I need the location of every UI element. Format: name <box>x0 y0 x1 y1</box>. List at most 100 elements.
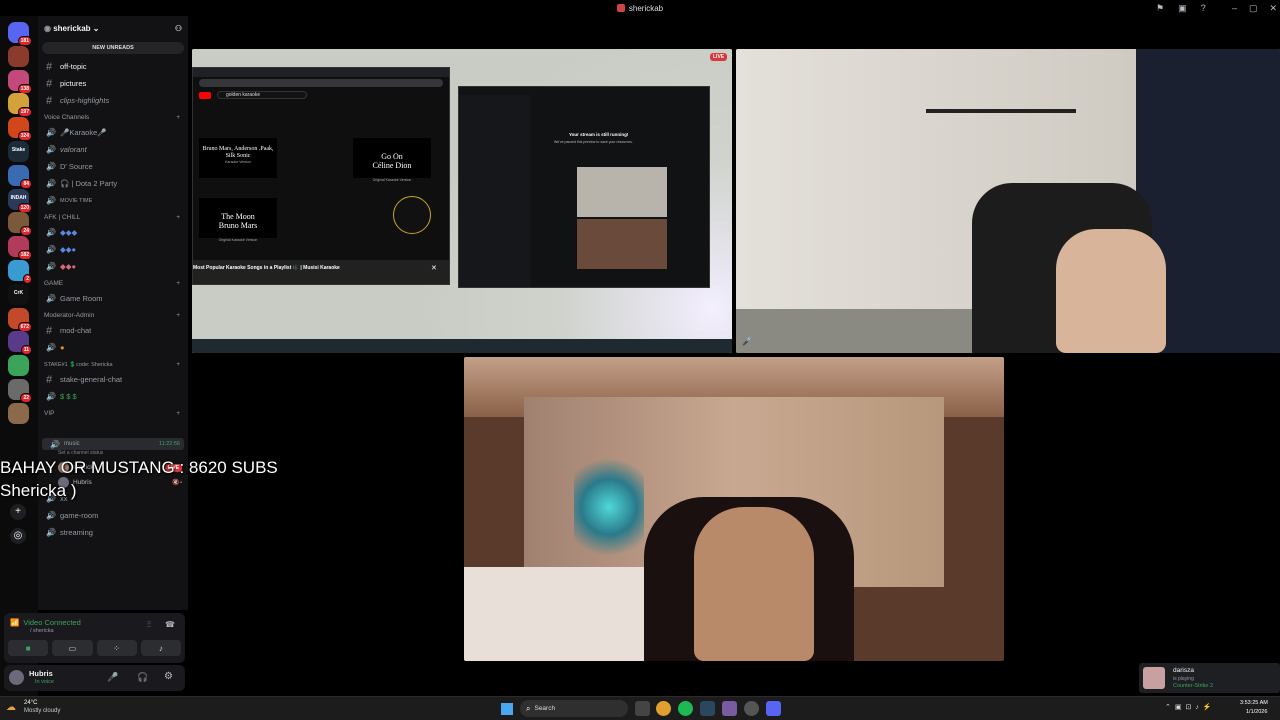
karaoke-card-1[interactable]: Bruno Mars, Anderson .Paak, Silk Sonic K… <box>199 138 277 178</box>
add-channel-icon[interactable]: + <box>176 114 180 121</box>
voice-afk-1[interactable]: 🔊 ◆◆◆ <box>38 224 188 241</box>
category-game[interactable]: GAME + <box>38 277 188 290</box>
add-channel-icon[interactable]: + <box>176 214 180 221</box>
app-icon-2[interactable] <box>744 701 759 716</box>
camera-tile-shericka[interactable] <box>464 357 1004 661</box>
help-icon[interactable]: ? <box>1201 3 1206 13</box>
close-button[interactable]: ✕ <box>1270 3 1278 14</box>
tray-icons[interactable]: ⌃▣⊡♪⚡ <box>1165 703 1216 711</box>
server-icon-server-stake[interactable]: Stake <box>8 141 29 162</box>
youtube-search-box[interactable]: golden karaoke <box>217 91 307 99</box>
voice-afk-2[interactable]: 🔊 ◆◆● <box>38 241 188 258</box>
mention-badge: 2 <box>23 274 32 284</box>
server-icon-home[interactable]: 181 <box>8 22 32 46</box>
username[interactable]: Hubris <box>29 669 53 678</box>
server-icon-server-crk[interactable]: CrK <box>8 283 29 305</box>
start-button[interactable] <box>501 703 513 715</box>
server-icon-server-4[interactable]: 197 <box>8 93 32 118</box>
discover-button[interactable]: ◎ <box>10 528 26 544</box>
new-unreads-pill[interactable]: NEW UNREADS <box>42 42 184 54</box>
voice-d-source[interactable]: 🔊 D' Source <box>38 158 188 175</box>
voice-music-current[interactable]: 🔊 music 11:22:56 <box>42 438 184 450</box>
task-view-icon[interactable] <box>635 701 650 716</box>
obs-icon[interactable] <box>722 701 737 716</box>
add-channel-icon[interactable]: + <box>176 280 180 287</box>
chrome-icon[interactable] <box>656 701 671 716</box>
steam-icon[interactable] <box>700 701 715 716</box>
screen-share-button[interactable]: ▭ <box>52 640 93 656</box>
server-icon-server-14[interactable]: 11 <box>8 331 32 356</box>
voice-afk-3[interactable]: 🔊 ◆◆● <box>38 258 188 275</box>
voice-stake[interactable]: 🔊 $ $ $ <box>38 388 188 405</box>
server-icon-server-13[interactable]: 672 <box>8 307 32 332</box>
soundboard-button[interactable]: ♪ <box>140 640 181 656</box>
activities-button[interactable]: ⁘ <box>96 640 137 656</box>
add-channel-icon[interactable]: + <box>176 361 180 368</box>
server-icon-server-16[interactable]: 22 <box>8 379 32 403</box>
server-icon-server-3[interactable]: 138 <box>8 69 32 94</box>
hash-icon: # <box>46 94 53 107</box>
weather-icon[interactable]: ☁ <box>6 702 16 713</box>
server-icon-server-10[interactable]: 182 <box>8 236 32 261</box>
clock-date[interactable]: 1/1/2026 <box>1246 709 1267 715</box>
address-bar[interactable] <box>199 79 443 87</box>
category-afk-chill[interactable]: AFK | CHILL + <box>38 211 188 224</box>
voice-game-room-2[interactable]: 🔊 game-room <box>38 507 188 524</box>
server-icon-server-17[interactable] <box>8 402 29 424</box>
add-channel-icon[interactable]: + <box>176 312 180 319</box>
category-vip[interactable]: VIP + <box>38 407 188 420</box>
settings-gear-icon[interactable]: ⚙ <box>164 671 173 682</box>
discord-preview-window[interactable]: Your stream is still running! We've paus… <box>458 86 710 288</box>
voice-game-room[interactable]: 🔊 Game Room <box>38 290 188 307</box>
server-icon-server-11[interactable]: 2 <box>8 260 32 284</box>
voice-movie-time[interactable]: 🔊 MOVIE TIME <box>38 192 188 209</box>
screen-share-tile[interactable]: golden karaoke Bruno Mars, Anderson .Paa… <box>192 49 732 353</box>
voice-karaoke[interactable]: 🔊 🎤Karaoke🎤 <box>38 124 188 141</box>
add-server-button[interactable]: + <box>10 504 26 520</box>
spotify-icon[interactable] <box>678 701 693 716</box>
add-user-icon[interactable]: ⚇ <box>175 24 182 33</box>
karaoke-card-2[interactable]: Go On Céline Dion Original Karaoke Versi… <box>353 138 431 182</box>
add-channel-icon[interactable]: + <box>176 410 180 417</box>
browser-window[interactable]: golden karaoke Bruno Mars, Anderson .Paa… <box>192 67 450 285</box>
voice-mod[interactable]: 🔊 ● <box>38 339 188 356</box>
server-icon-server-indah[interactable]: INDAH 120 <box>8 188 32 213</box>
mini-player-bar[interactable]: Most Popular Karaoke Songs in a Playlist… <box>193 260 449 284</box>
camera-button[interactable]: ■ <box>8 640 49 656</box>
karaoke-card-3[interactable]: The Moon Bruno Mars Original Karaoke Ver… <box>199 198 277 242</box>
pin-icon[interactable]: ⚑ <box>1156 3 1164 14</box>
voice-dota2-party[interactable]: 🔊 🎧 | Dota 2 Party <box>38 175 188 192</box>
headphones-icon[interactable]: 🎧 <box>137 672 148 683</box>
weather-temp[interactable]: 24°C <box>24 700 37 706</box>
category-stake[interactable]: STAKE#1 💲code: Shericka + <box>38 358 188 371</box>
category-voice-channels[interactable]: Voice Channels + <box>38 111 188 124</box>
server-icon-server-7[interactable]: 84 <box>8 164 32 189</box>
channel-off-topic[interactable]: # off-topic <box>38 58 188 75</box>
discord-icon[interactable] <box>766 701 781 716</box>
voice-valorant[interactable]: 🔊 valorant <box>38 141 188 158</box>
server-icon-server-5[interactable]: 324 <box>8 117 32 142</box>
camera-tile-user[interactable]: 🎤 <box>736 49 1280 353</box>
maximize-button[interactable]: ▢ <box>1249 3 1258 14</box>
channel-stake-general-chat[interactable]: # stake-general-chat <box>38 371 188 388</box>
mute-mic-icon[interactable]: 🎤 <box>107 672 118 683</box>
server-header[interactable]: ◉ sherickab ⌄ ⚇ <box>38 16 188 40</box>
close-icon[interactable]: ✕ <box>431 264 437 272</box>
activity-notification[interactable]: darisza is playing Counter-Strike 2 <box>1139 663 1280 693</box>
search-box[interactable]: ⌕ Search <box>520 700 628 717</box>
channel-pictures[interactable]: # pictures <box>38 75 188 92</box>
voice-channel-link[interactable]: / shericka <box>30 628 54 634</box>
server-icon-server-9[interactable]: 24 <box>8 212 32 237</box>
disconnect-icon[interactable]: ☎ <box>165 620 175 629</box>
channel-mod-chat[interactable]: # mod-chat <box>38 322 188 339</box>
minimize-button[interactable]: – <box>1232 3 1237 13</box>
channel-clips-highlights[interactable]: # clips-highlights <box>38 92 188 109</box>
noise-suppression-icon[interactable]: ⫶⫶ <box>147 620 151 630</box>
category-moderator-admin[interactable]: Moderator-Admin + <box>38 309 188 322</box>
server-icon-server-15[interactable] <box>8 355 29 377</box>
voice-streaming[interactable]: 🔊 streaming <box>38 524 188 541</box>
clock-time[interactable]: 3:53:25 AM <box>1240 700 1268 706</box>
inbox-icon[interactable]: ▣ <box>1178 3 1187 14</box>
avatar[interactable] <box>9 670 24 685</box>
server-icon-server-2[interactable] <box>8 45 29 67</box>
